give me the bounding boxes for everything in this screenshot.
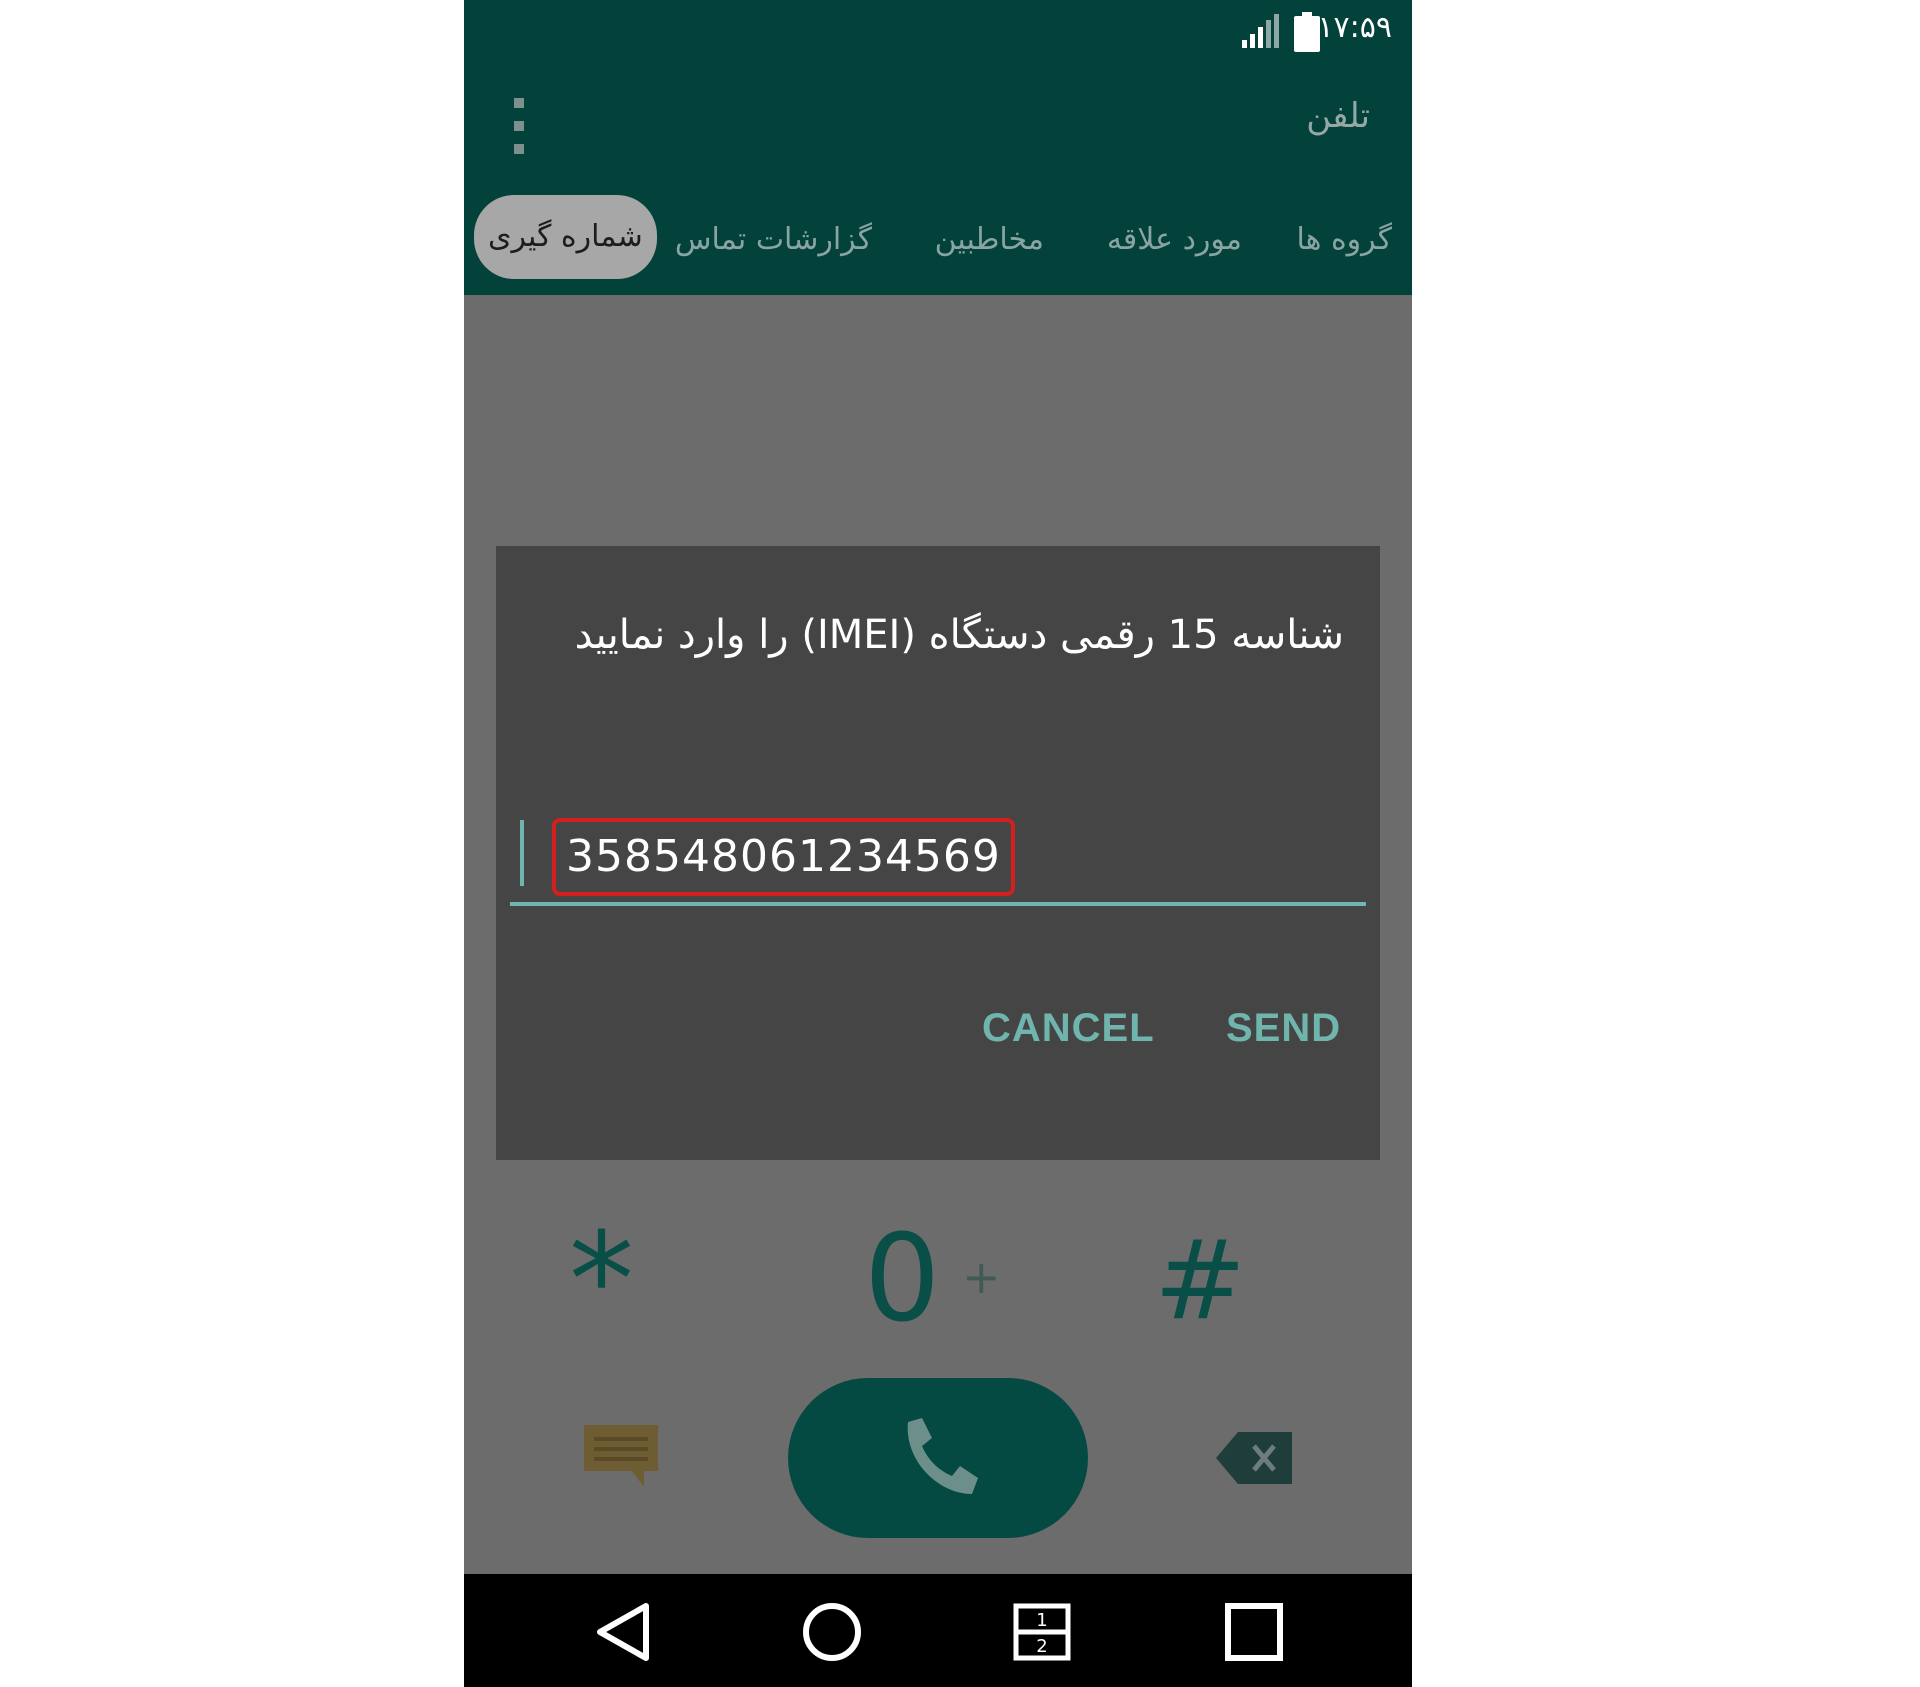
key-star[interactable]: * (569, 1215, 634, 1345)
home-icon[interactable] (802, 1602, 862, 1662)
recents-icon[interactable] (1224, 1602, 1284, 1662)
key-zero[interactable]: 0 (864, 1215, 940, 1345)
key-hash[interactable]: # (1154, 1215, 1246, 1345)
app-bar: تلفن (464, 60, 1412, 185)
cancel-button[interactable]: CANCEL (982, 1006, 1155, 1051)
tab-contacts[interactable]: مخاطبین (935, 213, 1044, 267)
phone-screen: ۱۷:۵۹ تلفن گروه ها مورد علاقه مخاطبین گز… (464, 0, 1412, 1687)
message-icon[interactable] (584, 1425, 658, 1487)
imei-dialog: شناسه 15 رقمی دستگاه (IMEI) را وارد نمای… (496, 546, 1380, 1160)
signal-icon (1242, 14, 1279, 48)
status-bar: ۱۷:۵۹ (464, 0, 1412, 60)
text-cursor (520, 820, 524, 886)
overflow-menu-icon[interactable] (512, 98, 526, 154)
app-title: تلفن (1306, 96, 1370, 136)
svg-text:2: 2 (1036, 1636, 1047, 1657)
send-button[interactable]: SEND (1226, 1006, 1341, 1051)
tab-dialer[interactable]: شماره گیری (474, 195, 657, 279)
dialog-message: شناسه 15 رقمی دستگاه (IMEI) را وارد نمای… (574, 612, 1344, 658)
phone-icon (907, 1418, 978, 1494)
svg-text:1: 1 (1036, 1610, 1047, 1631)
back-icon[interactable] (594, 1602, 652, 1662)
key-zero-plus-label: + (962, 1250, 1001, 1304)
imei-input-field[interactable]: 358548061234569 (510, 818, 1366, 906)
backspace-icon[interactable] (1216, 1432, 1292, 1484)
tab-bar: گروه ها مورد علاقه مخاطبین گزارشات تماس … (464, 185, 1412, 295)
tab-groups[interactable]: گروه ها (1296, 213, 1392, 267)
navigation-bar: 1 2 (464, 1574, 1412, 1687)
tab-call-logs[interactable]: گزارشات تماس (675, 213, 872, 267)
call-button[interactable] (788, 1378, 1088, 1538)
dual-window-icon[interactable]: 1 2 (1012, 1602, 1072, 1662)
battery-icon (1294, 12, 1320, 52)
imei-input-value[interactable]: 358548061234569 (552, 818, 1015, 896)
status-time: ۱۷:۵۹ (1317, 10, 1392, 45)
tab-favorites[interactable]: مورد علاقه (1107, 213, 1242, 267)
